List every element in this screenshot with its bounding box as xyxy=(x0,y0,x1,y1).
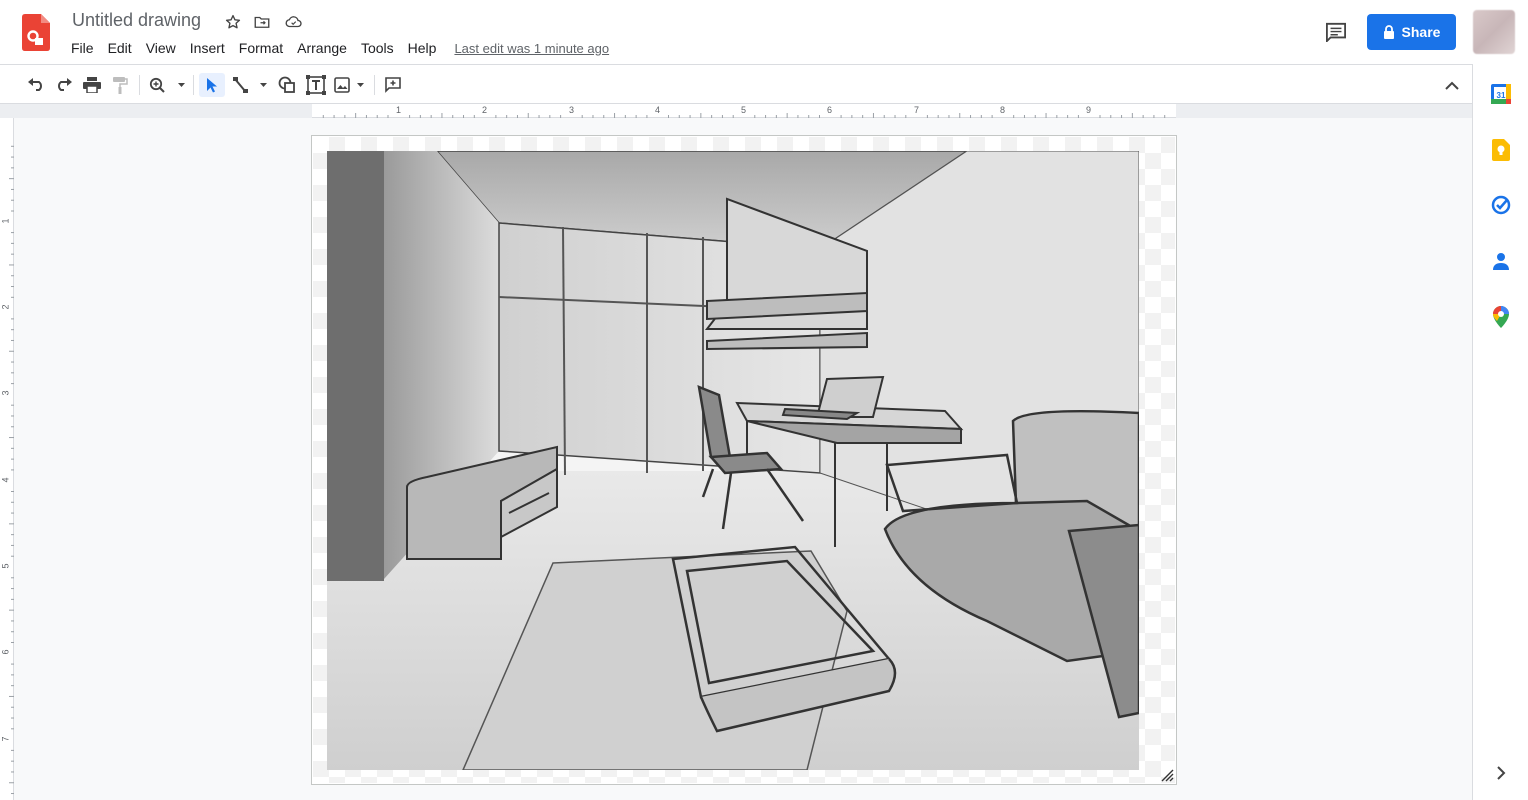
drawings-logo-icon[interactable] xyxy=(22,14,50,51)
ruler-number: 5 xyxy=(741,105,747,115)
ruler-margin-right xyxy=(1176,104,1472,118)
menu-insert[interactable]: Insert xyxy=(183,40,232,56)
zoom-icon[interactable] xyxy=(146,73,188,97)
share-button[interactable]: Share xyxy=(1367,14,1456,50)
menu-view[interactable]: View xyxy=(139,40,183,56)
comments-icon[interactable] xyxy=(1322,19,1350,45)
ruler-margin-left xyxy=(0,104,312,118)
menu-format[interactable]: Format xyxy=(232,40,290,56)
calendar-icon[interactable]: 31 xyxy=(1490,83,1512,105)
ruler-number: 2 xyxy=(0,304,11,310)
text-box-icon[interactable] xyxy=(304,73,328,97)
ruler-number: 1 xyxy=(396,105,402,115)
ruler-number: 2 xyxy=(482,105,488,115)
menu-arrange[interactable]: Arrange xyxy=(290,40,354,56)
vertical-ruler[interactable]: 1 2 3 4 5 6 7 xyxy=(0,118,14,800)
move-folder-icon[interactable] xyxy=(252,12,272,32)
star-icon[interactable] xyxy=(223,12,243,32)
shape-icon[interactable] xyxy=(276,73,298,97)
ruler-number: 7 xyxy=(0,736,11,742)
avatar[interactable] xyxy=(1473,10,1515,54)
lock-icon xyxy=(1383,25,1394,39)
maps-icon[interactable] xyxy=(1490,306,1512,328)
line-icon[interactable] xyxy=(229,73,271,97)
side-panel: 31 xyxy=(1472,64,1528,800)
ruler-number: 5 xyxy=(0,563,11,569)
toolbar-divider xyxy=(139,75,140,95)
select-icon[interactable] xyxy=(199,73,225,97)
contacts-icon[interactable] xyxy=(1490,250,1512,272)
tasks-icon[interactable] xyxy=(1490,194,1512,216)
print-icon[interactable] xyxy=(80,73,104,97)
resize-handle-icon[interactable] xyxy=(1160,768,1174,782)
sketch-image[interactable] xyxy=(327,151,1139,770)
drawing-canvas[interactable] xyxy=(311,135,1177,785)
ruler-number: 7 xyxy=(914,105,920,115)
ruler-number: 3 xyxy=(569,105,575,115)
comment-add-icon[interactable] xyxy=(381,73,405,97)
share-label: Share xyxy=(1401,24,1441,40)
document-title[interactable]: Untitled drawing xyxy=(72,10,201,31)
toolbar-divider xyxy=(193,75,194,95)
toolbar-divider xyxy=(374,75,375,95)
toolbar xyxy=(0,64,1472,104)
ruler-number: 4 xyxy=(655,105,661,115)
menu-bar: File Edit View Insert Format Arrange Too… xyxy=(64,38,609,58)
horizontal-ruler[interactable]: 1 2 3 4 5 6 7 8 9 xyxy=(312,104,1176,118)
cloud-status-icon[interactable] xyxy=(283,12,303,32)
image-icon[interactable] xyxy=(333,73,369,97)
expand-panel-icon[interactable] xyxy=(1490,762,1512,784)
ruler-number: 3 xyxy=(0,390,11,396)
app-header: Untitled drawing File Edit View Insert F… xyxy=(0,0,1528,64)
calendar-day: 31 xyxy=(1497,91,1506,100)
ruler-number: 4 xyxy=(0,477,11,483)
undo-icon[interactable] xyxy=(24,73,48,97)
ruler-number: 1 xyxy=(0,218,11,224)
menu-edit[interactable]: Edit xyxy=(101,40,139,56)
last-edit-link[interactable]: Last edit was 1 minute ago xyxy=(454,41,609,56)
collapse-icon[interactable] xyxy=(1442,75,1462,95)
paint-format-icon[interactable] xyxy=(108,73,132,97)
menu-tools[interactable]: Tools xyxy=(354,40,401,56)
keep-icon[interactable] xyxy=(1490,139,1512,161)
menu-help[interactable]: Help xyxy=(401,40,444,56)
ruler-number: 9 xyxy=(1086,105,1092,115)
ruler-number: 8 xyxy=(1000,105,1006,115)
ruler-number: 6 xyxy=(827,105,833,115)
menu-file[interactable]: File xyxy=(64,40,101,56)
ruler-number: 6 xyxy=(0,649,11,655)
redo-icon[interactable] xyxy=(52,73,76,97)
